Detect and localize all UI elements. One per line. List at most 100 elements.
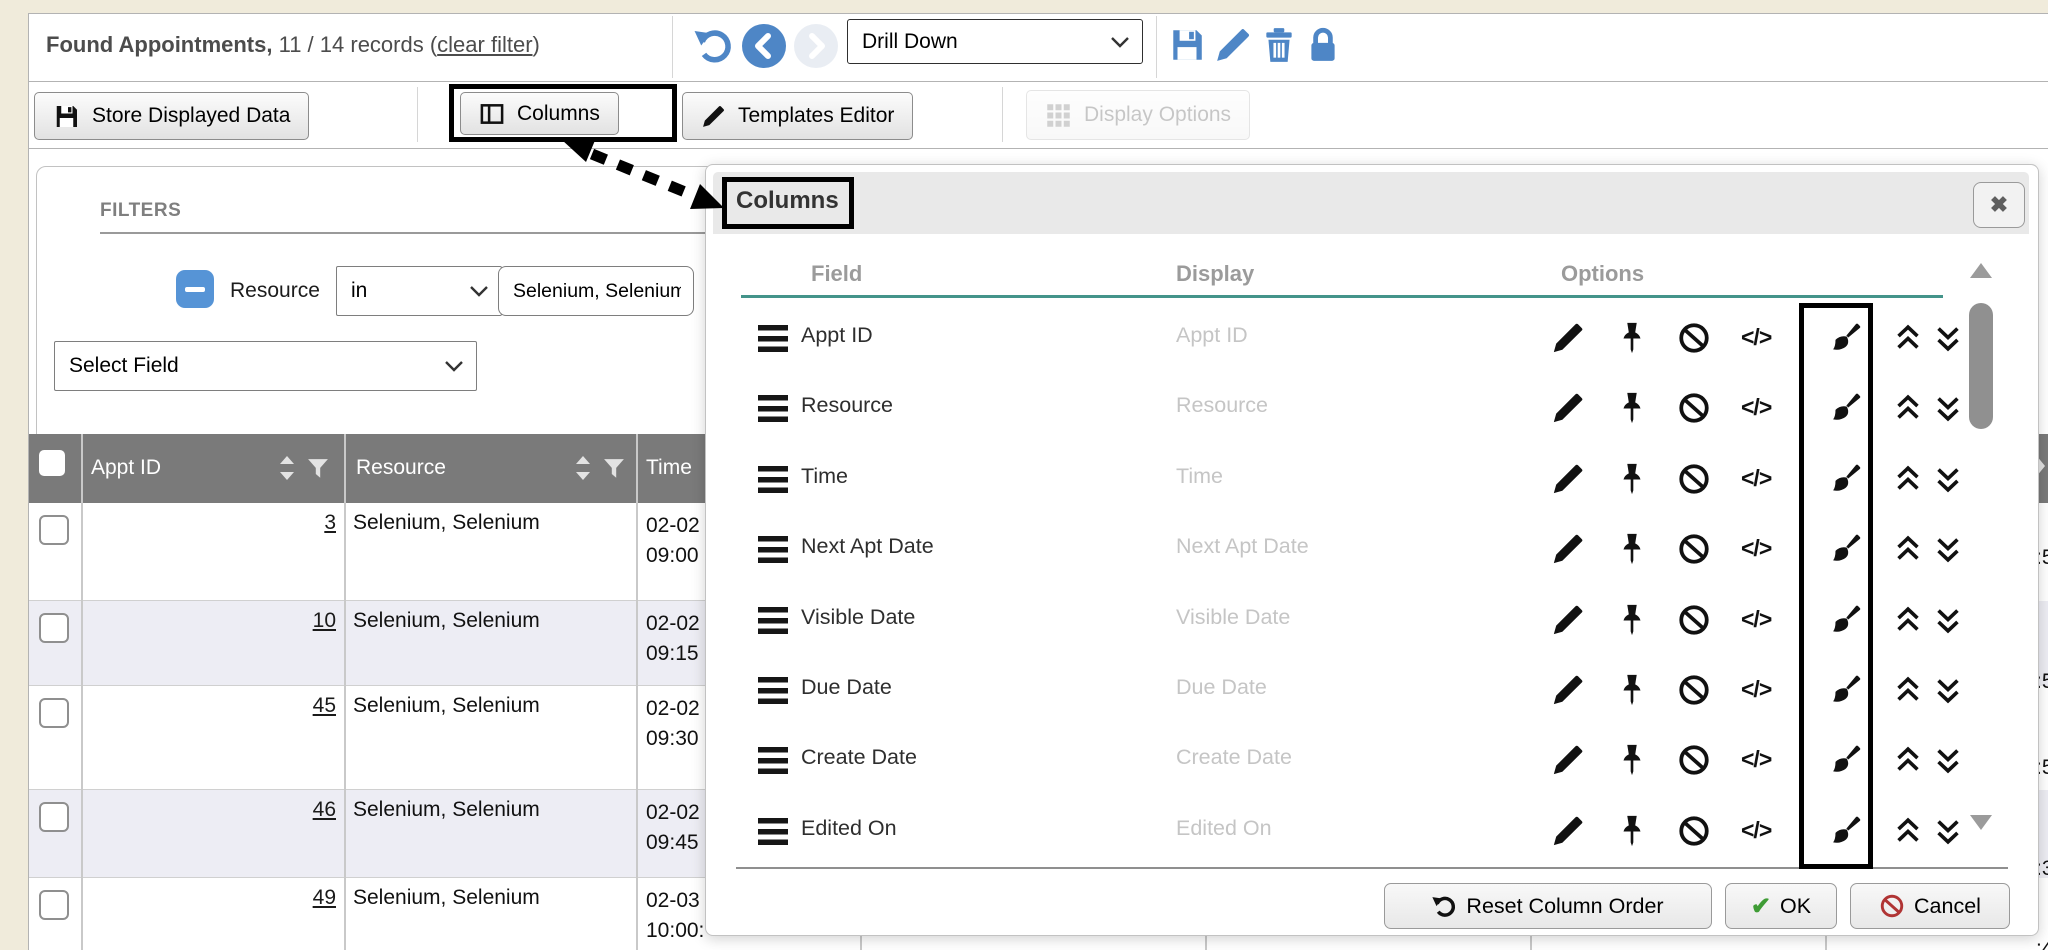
edit-icon[interactable] (1551, 673, 1585, 707)
cancel-button[interactable]: Cancel (1850, 883, 2010, 929)
code-icon[interactable]: </> (1741, 606, 1791, 640)
display-name: Due Date (1176, 675, 1267, 700)
select-all-checkbox[interactable] (39, 450, 65, 476)
ban-icon[interactable] (1677, 603, 1711, 637)
save-view-icon[interactable] (1168, 26, 1206, 64)
row-checkbox[interactable] (39, 515, 69, 545)
drag-handle-icon[interactable] (758, 677, 788, 704)
drag-handle-icon[interactable] (758, 466, 788, 493)
ban-icon[interactable] (1677, 321, 1711, 355)
column-divider (636, 434, 638, 950)
pin-icon[interactable] (1615, 391, 1649, 425)
pin-icon[interactable] (1615, 321, 1649, 355)
delete-view-icon[interactable] (1260, 26, 1298, 64)
store-displayed-data-button[interactable]: Store Displayed Data (34, 92, 309, 140)
row-checkbox[interactable] (39, 890, 69, 920)
move-down-icon[interactable] (1931, 743, 1965, 777)
move-down-icon[interactable] (1931, 462, 1965, 496)
code-icon[interactable]: </> (1741, 746, 1791, 780)
col-header-appt-id[interactable]: Appt ID (91, 456, 161, 480)
move-up-icon[interactable] (1891, 673, 1925, 707)
edit-icon[interactable] (1551, 532, 1585, 566)
move-up-icon[interactable] (1891, 391, 1925, 425)
col-header-time[interactable]: Time (646, 456, 692, 480)
pin-icon[interactable] (1615, 462, 1649, 496)
code-icon[interactable]: </> (1741, 465, 1791, 499)
drag-handle-icon[interactable] (758, 607, 788, 634)
scroll-up-icon[interactable] (1970, 263, 1992, 278)
edit-icon[interactable] (1551, 391, 1585, 425)
move-up-icon[interactable] (1891, 321, 1925, 355)
clear-filter-link[interactable]: clear filter (437, 32, 532, 57)
row-checkbox[interactable] (39, 698, 69, 728)
pin-icon[interactable] (1615, 603, 1649, 637)
move-up-icon[interactable] (1891, 743, 1925, 777)
edit-icon[interactable] (1551, 814, 1585, 848)
dialog-titlebar[interactable] (713, 172, 2029, 234)
appointment-id-link[interactable]: 10 (81, 609, 336, 633)
appointment-id-link[interactable]: 49 (81, 886, 336, 910)
sort-icon[interactable] (277, 455, 297, 487)
edit-view-icon[interactable] (1214, 26, 1252, 64)
ban-icon[interactable] (1677, 391, 1711, 425)
appointment-id-link[interactable]: 46 (81, 798, 336, 822)
ban-icon[interactable] (1677, 462, 1711, 496)
dialog-close-button[interactable]: ✖ (1973, 182, 2025, 228)
filter-funnel-icon[interactable] (603, 458, 625, 486)
reset-column-order-button[interactable]: Reset Column Order (1384, 883, 1712, 929)
ok-button-label: OK (1780, 894, 1811, 919)
pin-icon[interactable] (1615, 673, 1649, 707)
move-up-icon[interactable] (1891, 462, 1925, 496)
code-icon[interactable]: </> (1741, 817, 1791, 851)
row-checkbox[interactable] (39, 613, 69, 643)
scroll-down-icon[interactable] (1970, 815, 1992, 830)
move-down-icon[interactable] (1931, 532, 1965, 566)
drag-handle-icon[interactable] (758, 818, 788, 845)
drag-handle-icon[interactable] (758, 395, 788, 422)
edit-icon[interactable] (1551, 462, 1585, 496)
filter-funnel-icon[interactable] (307, 458, 329, 486)
move-down-icon[interactable] (1931, 814, 1965, 848)
sort-icon[interactable] (573, 455, 593, 487)
pin-icon[interactable] (1615, 743, 1649, 777)
undo-icon[interactable] (694, 26, 734, 66)
drag-handle-icon[interactable] (758, 747, 788, 774)
row-checkbox[interactable] (39, 802, 69, 832)
scrollbar-thumb[interactable] (1969, 303, 1993, 429)
filter-value-input[interactable]: Selenium, Selenium (498, 266, 694, 316)
remove-filter-button[interactable] (176, 270, 214, 308)
code-icon[interactable]: </> (1741, 324, 1791, 358)
ok-button[interactable]: ✔ OK (1725, 883, 1837, 929)
move-up-icon[interactable] (1891, 603, 1925, 637)
code-icon[interactable]: </> (1741, 676, 1791, 710)
move-down-icon[interactable] (1931, 603, 1965, 637)
ban-icon[interactable] (1677, 743, 1711, 777)
edit-icon[interactable] (1551, 603, 1585, 637)
nav-back-icon[interactable] (742, 24, 786, 68)
move-up-icon[interactable] (1891, 814, 1925, 848)
appointment-id-link[interactable]: 45 (81, 694, 336, 718)
ban-icon[interactable] (1677, 532, 1711, 566)
drag-handle-icon[interactable] (758, 325, 788, 352)
move-down-icon[interactable] (1931, 673, 1965, 707)
move-down-icon[interactable] (1931, 391, 1965, 425)
nav-forward-icon (794, 24, 838, 68)
move-down-icon[interactable] (1931, 321, 1965, 355)
ban-icon[interactable] (1677, 673, 1711, 707)
drill-down-select[interactable]: Drill Down (847, 19, 1143, 64)
drag-handle-icon[interactable] (758, 536, 788, 563)
pin-icon[interactable] (1615, 814, 1649, 848)
ban-icon[interactable] (1677, 814, 1711, 848)
dialog-scrollbar[interactable] (1968, 263, 1994, 835)
appointment-id-link[interactable]: 3 (81, 511, 336, 535)
filter-operator-select[interactable]: in (336, 266, 502, 316)
pin-icon[interactable] (1615, 532, 1649, 566)
lock-view-icon[interactable] (1304, 26, 1342, 64)
edit-icon[interactable] (1551, 743, 1585, 777)
edit-icon[interactable] (1551, 321, 1585, 355)
col-header-resource[interactable]: Resource (356, 456, 446, 480)
move-up-icon[interactable] (1891, 532, 1925, 566)
code-icon[interactable]: </> (1741, 535, 1791, 569)
code-icon[interactable]: </> (1741, 394, 1791, 428)
select-field-dropdown[interactable]: Select Field (54, 341, 477, 391)
